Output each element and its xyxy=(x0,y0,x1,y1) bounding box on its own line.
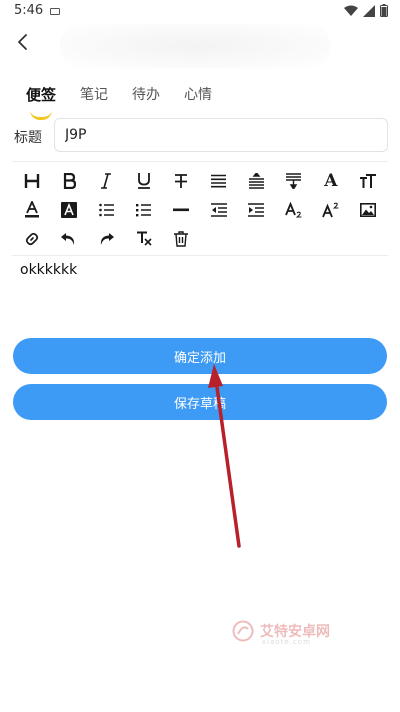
tab-label: 心情 xyxy=(184,87,213,103)
outdent-button[interactable] xyxy=(200,195,237,224)
highlight-icon xyxy=(61,201,78,218)
font-icon: A xyxy=(324,170,338,191)
italic-button[interactable] xyxy=(88,166,125,195)
image-button[interactable] xyxy=(350,195,387,224)
status-icons xyxy=(344,4,388,17)
editor-content[interactable]: okkkkkk xyxy=(20,262,77,278)
link-button[interactable] xyxy=(13,224,50,253)
signal-icon xyxy=(363,4,375,17)
subscript-button[interactable] xyxy=(275,195,312,224)
rich-text-toolbar: A xyxy=(13,166,387,253)
trash-icon xyxy=(174,230,189,247)
tab-label: 待办 xyxy=(132,87,161,103)
font-color-icon xyxy=(24,201,39,218)
bold-icon xyxy=(63,172,77,189)
underline-icon xyxy=(137,173,150,189)
line-height-button[interactable] xyxy=(237,166,274,195)
notification-icon xyxy=(50,8,60,15)
blurred-header-title xyxy=(60,24,330,68)
move-down-icon xyxy=(285,172,301,189)
undo-icon xyxy=(61,232,75,245)
status-bar: 5:46 xyxy=(0,0,400,24)
line-height-icon xyxy=(248,172,264,189)
back-button[interactable] xyxy=(10,30,34,54)
unordered-list-button[interactable] xyxy=(125,195,162,224)
heading-icon xyxy=(24,173,39,188)
watermark-logo-icon xyxy=(232,620,254,642)
unordered-list-icon xyxy=(136,203,152,216)
link-icon xyxy=(25,232,38,245)
strikethrough-icon xyxy=(175,173,188,188)
divider xyxy=(12,161,388,162)
horizontal-rule-icon xyxy=(173,208,190,211)
highlight-button[interactable] xyxy=(50,195,87,224)
confirm-add-button[interactable]: 确定添加 xyxy=(13,338,387,374)
bold-button[interactable] xyxy=(50,166,87,195)
divider xyxy=(12,255,388,256)
font-button[interactable]: A xyxy=(312,166,349,195)
ordered-list-icon xyxy=(99,203,114,216)
text-size-button[interactable] xyxy=(350,166,387,195)
heading-button[interactable] xyxy=(13,166,50,195)
font-color-button[interactable] xyxy=(13,195,50,224)
clear-format-button[interactable] xyxy=(125,224,162,253)
subscript-icon xyxy=(285,201,302,218)
align-justify-icon xyxy=(211,174,227,187)
redo-button[interactable] xyxy=(88,224,125,253)
clear-format-icon xyxy=(136,231,152,246)
toolbar-row: A xyxy=(13,166,387,195)
title-input[interactable] xyxy=(54,118,388,152)
strikethrough-button[interactable] xyxy=(163,166,200,195)
align-justify-button[interactable] xyxy=(200,166,237,195)
watermark-subtext: xiaote.com xyxy=(262,638,311,646)
tab-notes[interactable]: 笔记 xyxy=(68,82,120,112)
image-icon xyxy=(360,202,377,217)
title-row: 标题 xyxy=(12,118,388,152)
tab-label: 笔记 xyxy=(80,87,109,103)
indent-button[interactable] xyxy=(237,195,274,224)
status-time: 5:46 xyxy=(14,3,44,18)
toolbar-row xyxy=(13,224,387,253)
category-tabs: 便签 笔记 待办 心情 xyxy=(14,82,224,120)
redo-icon xyxy=(101,232,115,245)
outdent-icon xyxy=(210,202,227,217)
underline-button[interactable] xyxy=(125,166,162,195)
indent-icon xyxy=(248,202,265,217)
toolbar-row xyxy=(13,195,387,224)
tab-mood[interactable]: 心情 xyxy=(172,82,224,112)
undo-button[interactable] xyxy=(50,224,87,253)
battery-icon xyxy=(380,4,388,17)
title-label: 标题 xyxy=(14,130,42,146)
tab-todo[interactable]: 待办 xyxy=(120,82,172,112)
wifi-icon xyxy=(344,5,358,16)
watermark: 艾特安卓网 xiaote.com xyxy=(232,620,330,646)
move-down-button[interactable] xyxy=(275,166,312,195)
superscript-icon xyxy=(322,202,339,217)
tab-memo[interactable]: 便签 xyxy=(14,82,68,120)
delete-button[interactable] xyxy=(163,224,200,253)
save-draft-button[interactable]: 保存草稿 xyxy=(13,384,387,420)
horizontal-rule-button[interactable] xyxy=(163,195,200,224)
chevron-left-icon xyxy=(18,34,27,50)
text-size-icon xyxy=(360,173,377,188)
italic-icon xyxy=(101,172,112,189)
tab-label: 便签 xyxy=(26,86,57,104)
superscript-button[interactable] xyxy=(312,195,349,224)
ordered-list-button[interactable] xyxy=(88,195,125,224)
